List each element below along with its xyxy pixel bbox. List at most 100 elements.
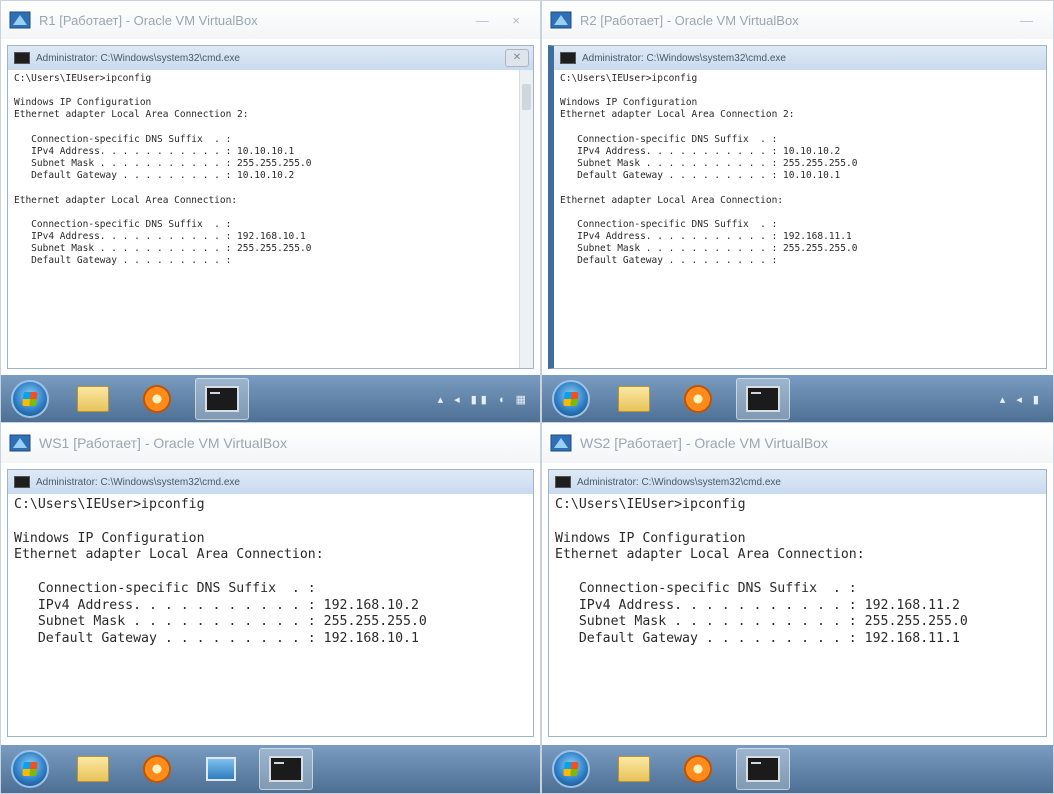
folder-icon — [77, 756, 109, 782]
virtualbox-icon — [550, 434, 572, 452]
taskbar-cmd-button[interactable] — [259, 748, 313, 790]
console-line: Windows IP Configuration — [14, 97, 152, 109]
console-line: Default Gateway . . . . . . . . . : 10.1… — [14, 170, 295, 182]
command-prompt-icon — [269, 756, 303, 782]
cmd-titlebar[interactable]: Administrator: C:\Windows\system32\cmd.e… — [8, 46, 533, 70]
console-output[interactable]: C:\Users\IEUser>ipconfig Windows IP Conf… — [8, 494, 533, 651]
vm-window-r2[interactable]: R2 [Работает] - Oracle VM VirtualBox — A… — [541, 0, 1054, 424]
console-line: C:\Users\IEUser>ipconfig — [555, 497, 746, 512]
console-line: Subnet Mask . . . . . . . . . . . : 255.… — [14, 158, 312, 170]
console-line: C:\Users\IEUser>ipconfig — [560, 73, 698, 84]
taskbar-media-button[interactable] — [131, 749, 183, 789]
console-line: IPv4 Address. . . . . . . . . . . : 192.… — [560, 231, 852, 243]
system-tray[interactable]: ▴ ◂ ▮▮ ◖ ▦ — [438, 393, 530, 406]
taskbar-explorer-button[interactable] — [67, 379, 119, 419]
taskbar-explorer-button[interactable] — [608, 379, 660, 419]
cmd-titlebar[interactable]: Administrator: C:\Windows\system32\cmd.e… — [8, 470, 533, 494]
cmd-window-title: Administrator: C:\Windows\system32\cmd.e… — [577, 476, 781, 488]
media-player-icon — [143, 755, 171, 783]
console-output[interactable]: C:\Users\IEUser>ipconfig Windows IP Conf… — [554, 70, 1046, 271]
console-line: Connection-specific DNS Suffix . : — [560, 133, 778, 145]
scroll-thumb[interactable] — [522, 84, 531, 110]
console-line: Subnet Mask . . . . . . . . . . . : 255.… — [14, 243, 312, 255]
command-prompt-icon — [746, 386, 780, 412]
console-line: Subnet Mask . . . . . . . . . . . : 255.… — [14, 614, 427, 630]
monitor-icon — [206, 757, 236, 781]
system-tray[interactable]: ▴ ◂ ▮ — [1000, 393, 1043, 406]
console-line: IPv4 Address. . . . . . . . . . . : 192.… — [555, 597, 960, 613]
guest-screen[interactable]: Administrator: C:\Windows\system32\cmd.e… — [7, 45, 534, 369]
console-line: Connection-specific DNS Suffix . : — [14, 218, 232, 230]
vm-window-title: R2 [Работает] - Oracle VM VirtualBox — [580, 12, 799, 28]
vm-window-title: WS1 [Работает] - Oracle VM VirtualBox — [39, 435, 287, 451]
console-output[interactable]: C:\Users\IEUser>ipconfig Windows IP Conf… — [549, 494, 1046, 651]
cmd-window-icon — [14, 476, 30, 488]
console-line: Connection-specific DNS Suffix . : — [14, 133, 232, 145]
console-line: IPv4 Address. . . . . . . . . . . : 10.1… — [14, 145, 295, 157]
vm-window-r1[interactable]: R1 [Работает] - Oracle VM VirtualBox — ×… — [0, 0, 541, 424]
vm-titlebar[interactable]: R2 [Работает] - Oracle VM VirtualBox — — [542, 1, 1053, 39]
vm-titlebar[interactable]: R1 [Работает] - Oracle VM VirtualBox — × — [1, 1, 540, 39]
vm-titlebar[interactable]: WS2 [Работает] - Oracle VM VirtualBox — [542, 423, 1053, 463]
vm-titlebar[interactable]: WS1 [Работает] - Oracle VM VirtualBox — [1, 423, 540, 463]
taskbar-explorer-button[interactable] — [67, 749, 119, 789]
windows-start-icon[interactable] — [552, 750, 590, 788]
cmd-window-icon — [14, 52, 30, 64]
taskbar-cmd-button[interactable] — [736, 748, 790, 790]
cmd-titlebar[interactable]: Administrator: C:\Windows\system32\cmd.e… — [554, 46, 1046, 70]
vm-window-ws1[interactable]: WS1 [Работает] - Oracle VM VirtualBox Ad… — [0, 422, 541, 794]
window-controls[interactable]: — — [1020, 13, 1043, 28]
taskbar-media-button[interactable] — [672, 379, 724, 419]
command-prompt-icon — [205, 386, 239, 412]
taskbar — [1, 745, 540, 793]
console-line: Ethernet adapter Local Area Connection: — [14, 194, 238, 206]
windows-start-icon[interactable] — [552, 380, 590, 418]
taskbar-explorer-button[interactable] — [608, 749, 660, 789]
taskbar: ▴ ◂ ▮▮ ◖ ▦ — [1, 375, 540, 423]
console-line: Ethernet adapter Local Area Connection: — [555, 547, 865, 563]
console-line: Connection-specific DNS Suffix . : — [14, 580, 316, 596]
console-output[interactable]: C:\Users\IEUser>ipconfig Windows IP Conf… — [8, 70, 533, 271]
taskbar-monitor-button[interactable] — [195, 749, 247, 789]
console-line: C:\Users\IEUser>ipconfig — [14, 497, 205, 512]
console-line: Ethernet adapter Local Area Connection 2… — [14, 109, 249, 121]
guest-screen[interactable]: Administrator: C:\Windows\system32\cmd.e… — [548, 469, 1047, 737]
taskbar-media-button[interactable] — [131, 379, 183, 419]
console-line: Windows IP Configuration — [560, 97, 698, 109]
vm-window-title: WS2 [Работает] - Oracle VM VirtualBox — [580, 435, 828, 451]
close-icon[interactable]: ✕ — [505, 49, 529, 67]
guest-screen[interactable]: Administrator: C:\Windows\system32\cmd.e… — [548, 45, 1047, 369]
cmd-titlebar[interactable]: Administrator: C:\Windows\system32\cmd.e… — [549, 470, 1046, 494]
console-line: Windows IP Configuration — [555, 530, 746, 546]
virtualbox-icon — [550, 11, 572, 29]
windows-start-icon[interactable] — [11, 750, 49, 788]
console-line: C:\Users\IEUser>ipconfig — [14, 73, 152, 84]
media-player-icon — [684, 755, 712, 783]
console-line: IPv4 Address. . . . . . . . . . . : 192.… — [14, 597, 419, 613]
console-line: Default Gateway . . . . . . . . . : 192.… — [14, 631, 419, 647]
virtualbox-icon — [9, 434, 31, 452]
media-player-icon — [143, 385, 171, 413]
windows-start-icon[interactable] — [11, 380, 49, 418]
taskbar-media-button[interactable] — [672, 749, 724, 789]
scrollbar[interactable] — [519, 70, 533, 368]
guest-screen[interactable]: Administrator: C:\Windows\system32\cmd.e… — [7, 469, 534, 737]
cmd-window-icon — [560, 52, 576, 64]
cmd-window-title: Administrator: C:\Windows\system32\cmd.e… — [36, 476, 240, 488]
vm-window-title: R1 [Работает] - Oracle VM VirtualBox — [39, 12, 258, 28]
vm-window-ws2[interactable]: WS2 [Работает] - Oracle VM VirtualBox Ad… — [541, 422, 1054, 794]
taskbar-cmd-button[interactable] — [736, 378, 790, 420]
taskbar-cmd-button[interactable] — [195, 378, 249, 420]
console-line: Ethernet adapter Local Area Connection: — [14, 547, 324, 563]
console-line: IPv4 Address. . . . . . . . . . . : 192.… — [14, 231, 306, 243]
window-controls[interactable]: — × — [476, 13, 530, 28]
command-prompt-icon — [746, 756, 780, 782]
virtualbox-icon — [9, 11, 31, 29]
